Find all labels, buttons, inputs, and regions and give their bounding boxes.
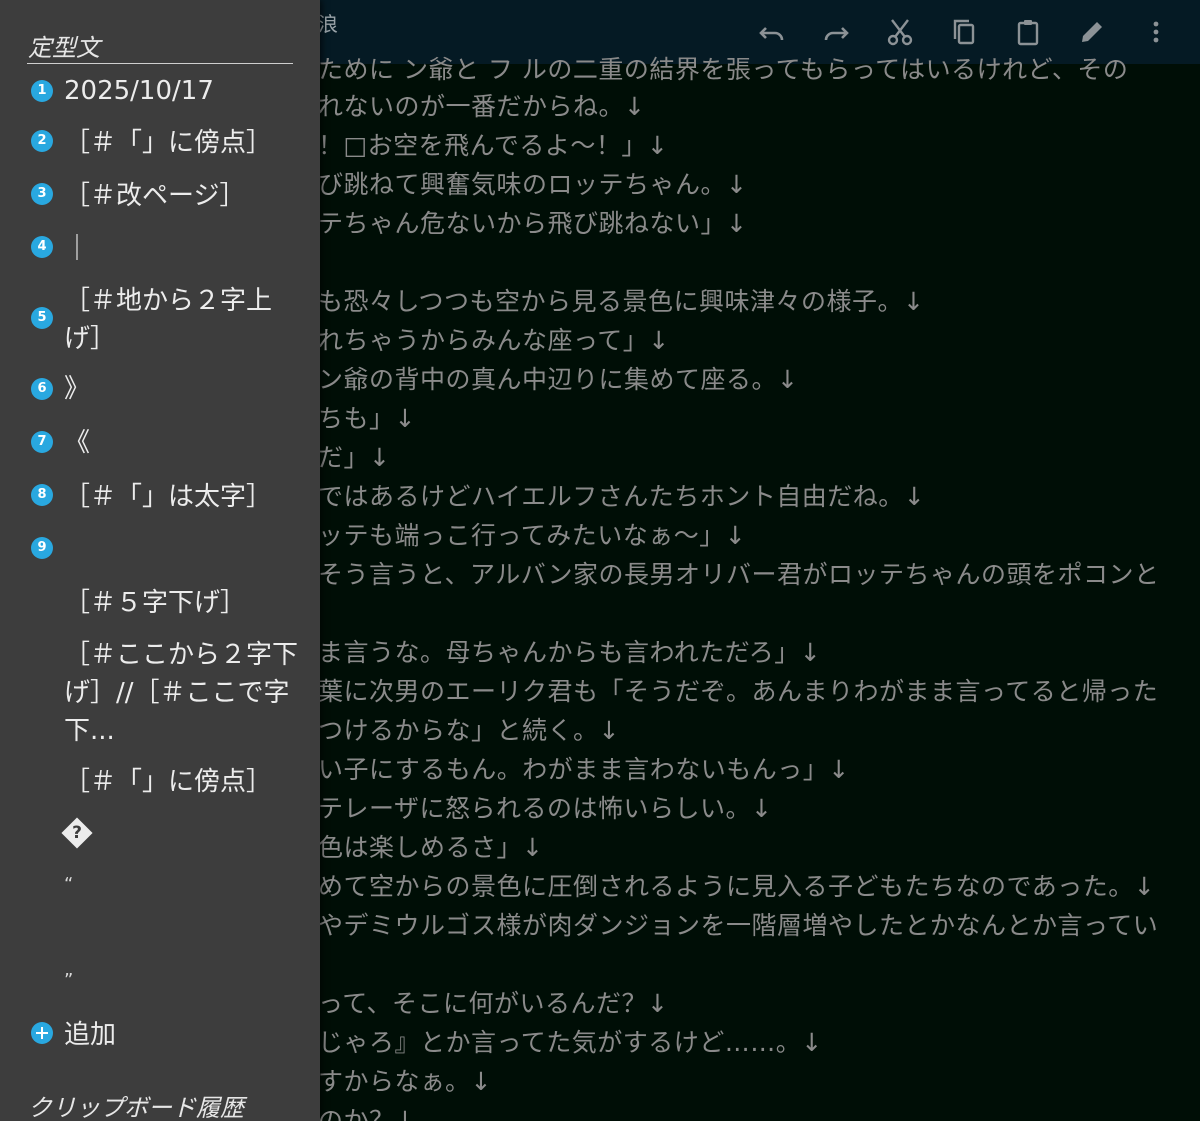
text-line: ま言うな。母ちゃんからも言われただろ」↓ <box>318 638 822 667</box>
text-line: び跳ねて興奮気味のロッテちゃん。↓ <box>318 170 748 199</box>
text-line: テレーザに怒られるのは怖いらしい。↓ <box>318 794 773 823</box>
editor-app: 浪 ために ン爺と フ ルの二重の結界を張ってもらってはいるけれど、その れない… <box>0 0 1200 1121</box>
unknown-char-icon[interactable]: ? <box>61 817 93 849</box>
text-line: じゃろ』とか言ってた気がするけど……。↓ <box>318 1028 823 1057</box>
snippet-item[interactable]: ［＃「」は太字］ <box>64 478 300 516</box>
snippet-number-badge: 1 <box>31 80 53 102</box>
snippet-number-badge: 5 <box>31 307 53 329</box>
text-line: つけるからな」と続く。↓ <box>318 716 620 745</box>
snippet-item[interactable]: 2025/10/17 <box>64 72 300 110</box>
snippet-drawer: 定型文 1 2025/10/17 2 ［＃「」に傍点］ 3 ［＃改ページ］ 4 … <box>0 0 320 1121</box>
redo-icon[interactable] <box>804 12 868 52</box>
document-title: 浪 <box>318 12 338 36</box>
snippet-number-badge: 6 <box>31 378 53 400</box>
unknown-char-glyph: ? <box>72 823 82 843</box>
cut-icon[interactable] <box>868 12 932 52</box>
snippet-item[interactable]: ［＃ここから２字下げ］//［＃ここで字下... <box>64 636 300 750</box>
text-line: ではあるけどハイエルフさんたちホント自由だね。↓ <box>318 482 926 511</box>
snippet-number-badge: 9 <box>31 537 53 559</box>
snippet-item[interactable]: ［＃５字下げ］ <box>64 584 300 622</box>
snippet-number-badge: 8 <box>31 484 53 506</box>
text-line: やデミウルゴス様が肉ダンジョンを一階層増やしたとかなんとか言ってい <box>318 911 1159 940</box>
snippet-item[interactable]: ［＃「」に傍点］ <box>64 763 300 801</box>
text-line: ！□お空を飛んでるよ～！」↓ <box>318 131 669 160</box>
clipboard-history-title: クリップボード履歴 <box>28 1094 244 1121</box>
snippet-item[interactable]: ［＃改ページ］ <box>64 177 300 215</box>
text-line: だ」↓ <box>318 443 391 472</box>
text-line: も恐々しつつも空から見る景色に興味津々の様子。↓ <box>318 287 925 316</box>
snippet-item[interactable]: ” <box>64 962 300 1000</box>
toolbar-actions <box>740 12 1188 52</box>
add-snippet-button[interactable]: 追加 <box>64 1016 300 1054</box>
snippet-item[interactable]: 》 <box>64 370 300 408</box>
text-line: そう言うと、アルバン家の長男オリバー君がロッテちゃんの頭をポコンと <box>318 560 1160 589</box>
snippet-number-badge: 7 <box>31 431 53 453</box>
text-line: れちゃうからみんな座って」↓ <box>318 326 670 355</box>
text-line: って、そこに何がいるんだ？↓ <box>318 989 669 1018</box>
snippet-number-badge: 2 <box>31 130 53 152</box>
text-editor[interactable]: ために ン爺と フ ルの二重の結界を張ってもらってはいるけれど、その れないのが… <box>318 50 1200 1121</box>
more-icon[interactable] <box>1124 12 1188 52</box>
undo-icon[interactable] <box>740 12 804 52</box>
copy-icon[interactable] <box>932 12 996 52</box>
paste-icon[interactable] <box>996 12 1060 52</box>
text-line: 色は楽しめるさ」↓ <box>318 833 544 862</box>
text-line: ン爺の背中の真ん中辺りに集めて座る。↓ <box>318 365 799 394</box>
text-line: ために ン爺と フ ルの二重の結界を張ってもらってはいるけれど、その <box>318 55 1129 84</box>
snippet-item[interactable]: 《 <box>64 424 300 462</box>
text-line: ちも」↓ <box>318 404 416 433</box>
snippet-number-badge: 3 <box>31 183 53 205</box>
snippet-item[interactable]: ［＃地から２字上げ］ <box>64 282 300 358</box>
text-line: すからなぁ。↓ <box>318 1067 492 1096</box>
text-line: れないのが一番だからね。↓ <box>318 92 646 121</box>
text-line: のか？↓ <box>318 1106 416 1121</box>
snippet-item[interactable]: “ <box>64 866 300 904</box>
text-line: テちゃん危ないから飛び跳ねない」↓ <box>318 209 748 238</box>
text-line: めて空からの景色に圧倒されるように見入る子どもたちなのであった。↓ <box>318 872 1156 901</box>
snippet-item[interactable]: ｜ <box>64 230 300 268</box>
text-line: ッテも端っこ行ってみたいなぁ～」↓ <box>318 521 747 550</box>
snippets-section-title: 定型文 <box>28 34 100 62</box>
snippet-number-badge: 4 <box>31 236 53 258</box>
snippet-item[interactable]: ［＃「」に傍点］ <box>64 124 300 162</box>
add-icon[interactable] <box>31 1022 53 1044</box>
edit-icon[interactable] <box>1060 12 1124 52</box>
text-line: い子にするもん。わがまま言わないもんっ」↓ <box>318 755 850 784</box>
text-line: 葉に次男のエーリク君も「そうだぞ。あんまりわがまま言ってると帰った <box>318 677 1159 706</box>
section-divider <box>27 63 293 64</box>
